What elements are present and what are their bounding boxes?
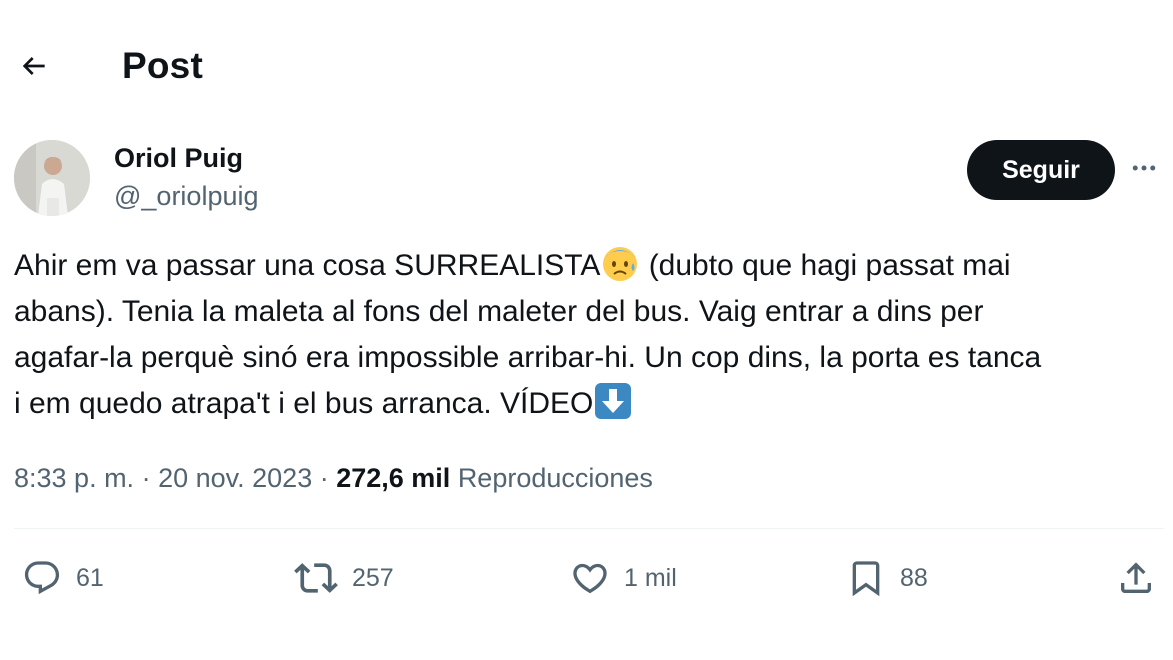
repost-count: 257 <box>352 563 394 592</box>
tweet-line-1: Ahir em va passar una cosa SURREALISTA (… <box>14 243 1164 289</box>
reply-count: 61 <box>76 563 104 592</box>
repost-button[interactable]: 257 <box>294 556 394 600</box>
share-button[interactable] <box>1116 556 1156 600</box>
views-count: 272,6 mil <box>336 463 451 493</box>
reply-button[interactable]: 61 <box>22 556 104 600</box>
tweet-time[interactable]: 8:33 p. m. <box>14 463 134 493</box>
tweet-date[interactable]: 20 nov. 2023 <box>158 463 312 493</box>
bookmark-icon <box>852 561 880 597</box>
tweet-line-2: abans). Tenia la maleta al fons del male… <box>14 295 984 328</box>
views-label: Reproducciones <box>457 463 653 493</box>
action-bar: 61 257 1 mil 88 <box>0 548 1173 608</box>
tweet-line-4-text: i em quedo atrapa't i el bus arranca. VÍ… <box>14 387 594 420</box>
like-count: 1 mil <box>624 563 677 592</box>
tweet-line-1-part-b: (dubto que hagi passat mai <box>640 249 1011 282</box>
heart-icon <box>573 563 607 594</box>
avatar-image <box>14 140 90 216</box>
page-title: Post <box>122 45 203 86</box>
more-options-button[interactable] <box>1124 148 1164 188</box>
anxious-face-with-sweat-emoji <box>603 247 638 281</box>
divider <box>14 528 1164 529</box>
comment-icon <box>24 561 60 595</box>
back-button[interactable] <box>12 44 56 88</box>
follow-button[interactable]: Seguir <box>967 140 1115 200</box>
share-icon <box>1121 562 1151 593</box>
repost-icon <box>294 563 338 593</box>
bookmark-count: 88 <box>900 563 928 592</box>
author-row: Oriol Puig @_oriolpuig Seguir <box>0 136 1173 226</box>
tweet-line-1-part-a: Ahir em va passar una cosa SURREALISTA <box>14 249 601 282</box>
author-handle[interactable]: @_oriolpuig <box>114 180 259 212</box>
tweet-text: Ahir em va passar una cosa SURREALISTA (… <box>14 243 1164 427</box>
author-name[interactable]: Oriol Puig <box>114 142 243 174</box>
tweet-line-4: i em quedo atrapa't i el bus arranca. VÍ… <box>14 381 1164 427</box>
down-arrow-emoji <box>595 383 632 419</box>
tweet-line-3: agafar-la perquè sinó era impossible arr… <box>14 341 1042 374</box>
bookmark-button[interactable]: 88 <box>846 556 928 600</box>
top-bar: Post <box>0 0 1173 130</box>
like-button[interactable]: 1 mil <box>570 556 677 600</box>
more-horizontal-icon <box>1132 165 1156 171</box>
avatar[interactable] <box>14 140 90 216</box>
meta-separator: · <box>134 463 159 493</box>
meta-separator: · <box>312 463 337 493</box>
tweet-metadata: 8:33 p. m. · 20 nov. 2023 · 272,6 mil Re… <box>14 460 653 496</box>
arrow-left-icon <box>22 57 45 75</box>
